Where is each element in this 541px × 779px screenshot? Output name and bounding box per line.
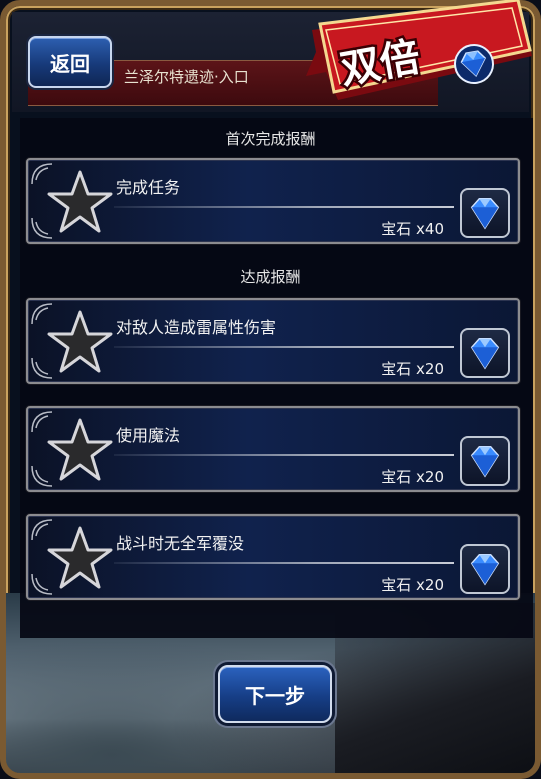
double-reward-banner: 双倍 — [306, 0, 532, 100]
mission-card[interactable]: 对敌人造成雷属性伤害 宝石 x20 — [26, 298, 520, 384]
star-icon — [46, 524, 114, 592]
back-button[interactable]: 返回 — [28, 36, 112, 88]
reward-text: 宝石 x40 — [381, 220, 444, 238]
game-window — [0, 0, 541, 779]
achievement-section-title: 达成报酬 — [240, 268, 301, 286]
mission-label: 对敌人造成雷属性伤害 — [116, 318, 277, 337]
mission-label: 使用魔法 — [116, 426, 181, 445]
gem-icon — [460, 436, 510, 486]
gem-icon — [460, 328, 510, 378]
star-icon — [46, 416, 114, 484]
star-icon — [46, 168, 114, 236]
divider-line — [114, 562, 454, 564]
mission-card[interactable]: 使用魔法 宝石 x20 — [26, 406, 520, 492]
mission-card[interactable]: 战斗时无全军覆没 宝石 x20 — [26, 514, 520, 600]
first-clear-section-title: 首次完成报酬 — [225, 130, 316, 148]
divider-line — [114, 346, 454, 348]
gem-icon — [460, 544, 510, 594]
mission-label: 完成任务 — [116, 178, 181, 197]
location-title: 兰泽尔特遗迹·入口 — [124, 68, 249, 86]
next-button[interactable]: 下一步 — [218, 665, 332, 723]
divider-line — [114, 206, 454, 208]
star-icon — [46, 308, 114, 376]
reward-text: 宝石 x20 — [381, 360, 444, 378]
gem-icon — [460, 188, 510, 238]
reward-text: 宝石 x20 — [381, 576, 444, 594]
divider-line — [114, 454, 454, 456]
mission-label: 战斗时无全军覆没 — [116, 534, 245, 553]
reward-text: 宝石 x20 — [381, 468, 444, 486]
mission-card[interactable]: 完成任务 宝石 x40 — [26, 158, 520, 244]
